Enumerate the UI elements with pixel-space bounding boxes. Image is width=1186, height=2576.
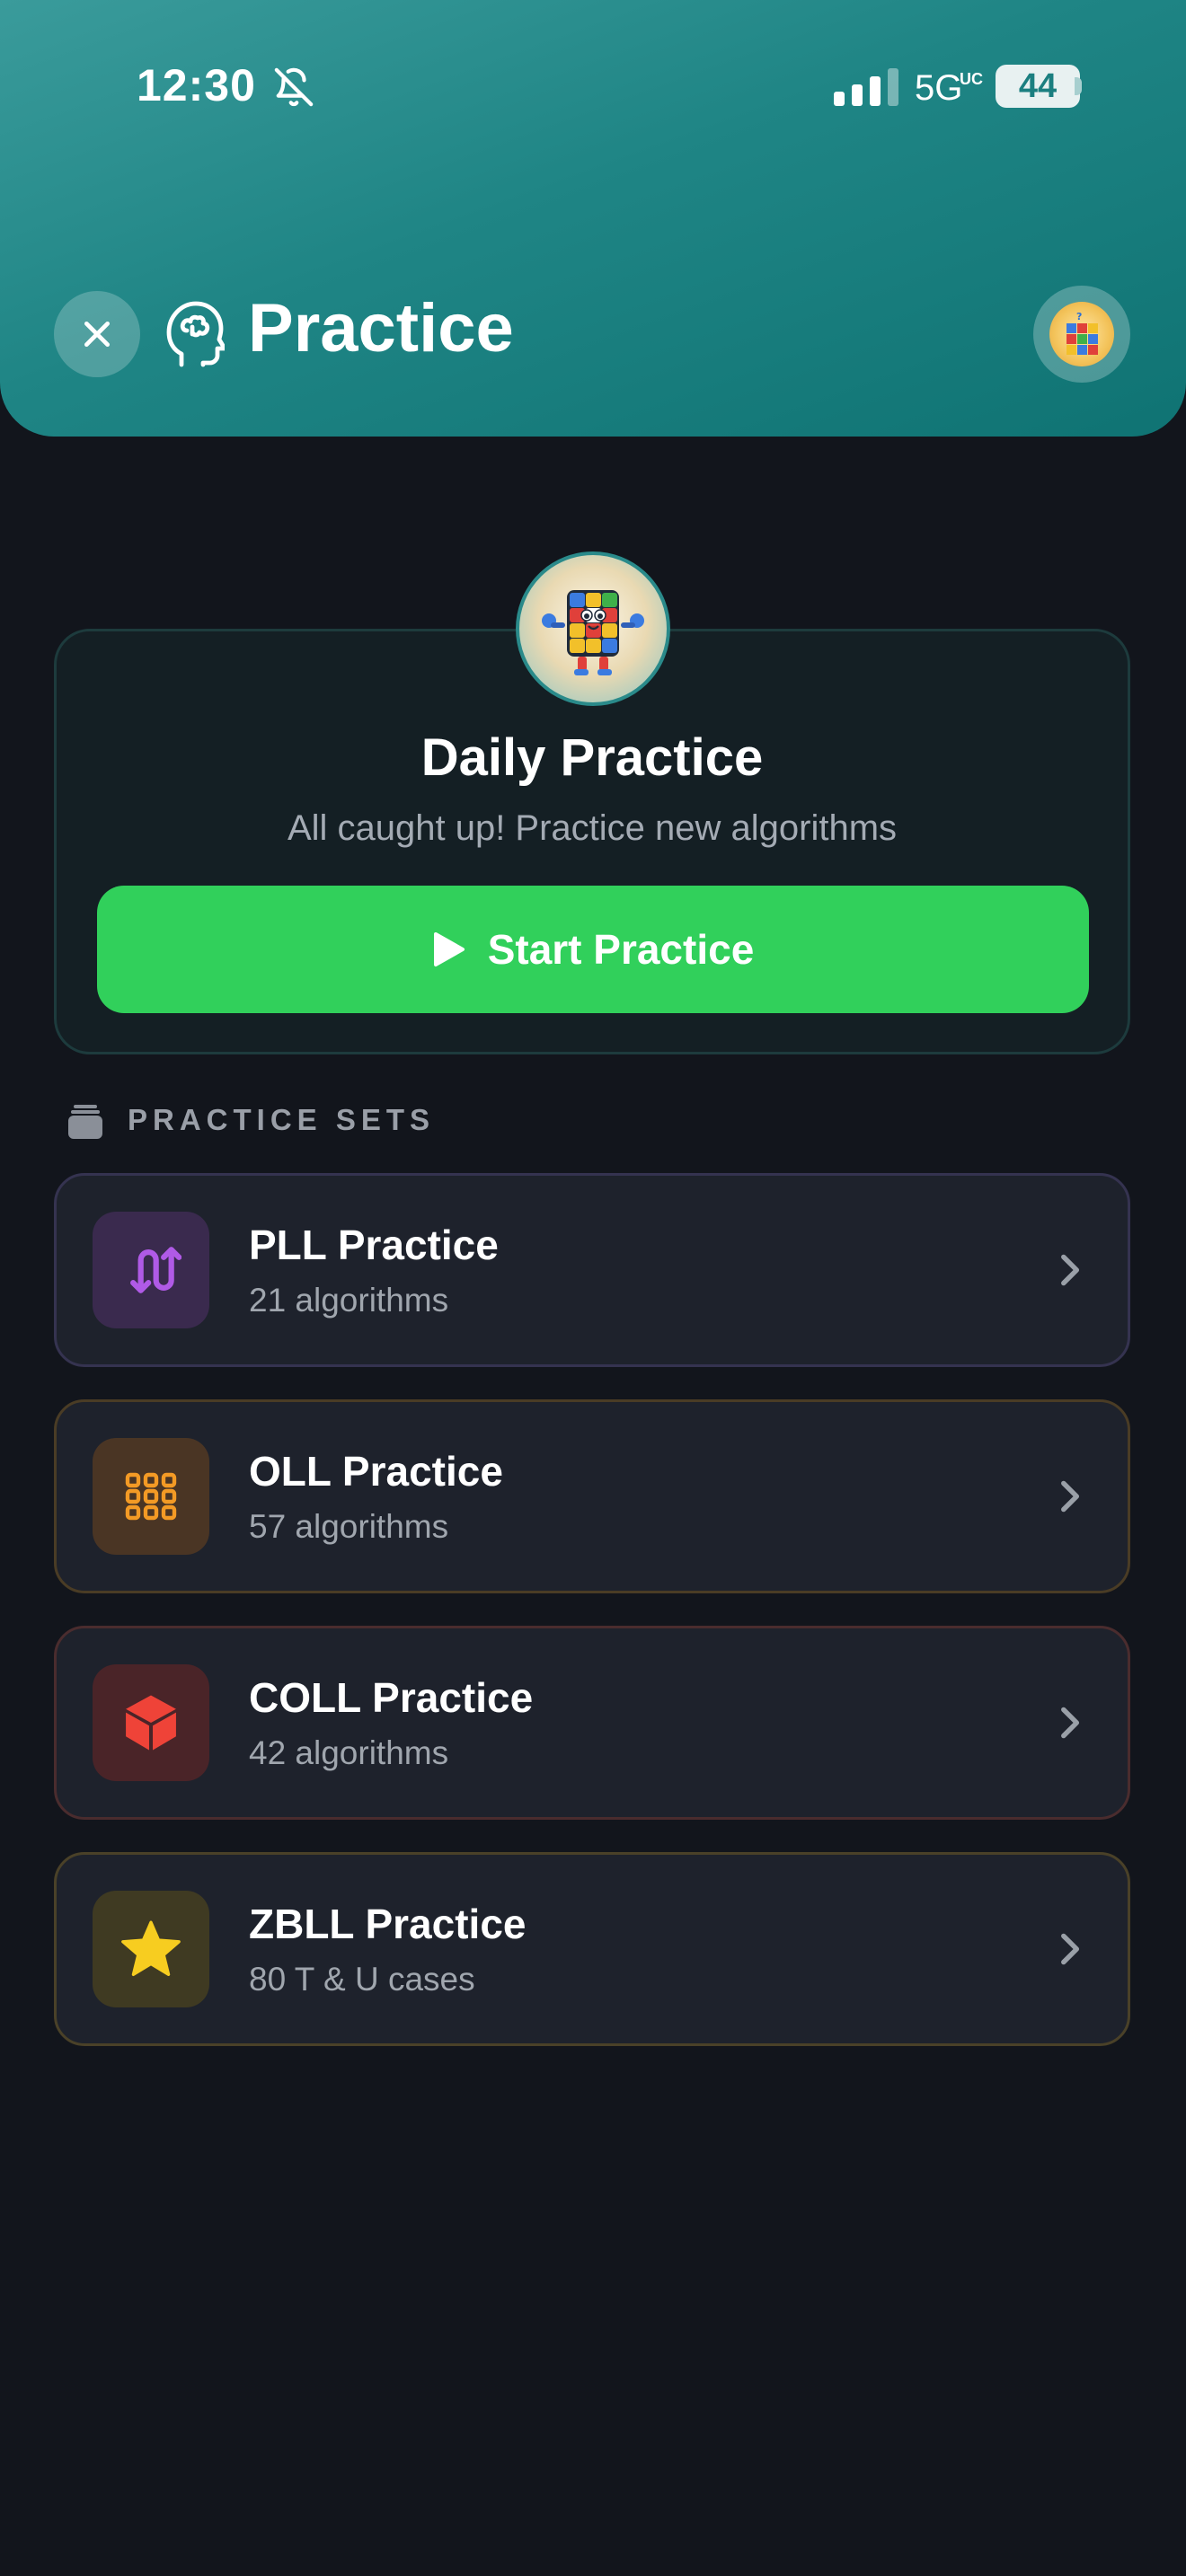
page-title: Practice <box>248 290 514 366</box>
status-time: 12:30 <box>137 60 256 110</box>
svg-text:?: ? <box>1076 311 1082 322</box>
chevron-right-icon <box>1061 1254 1080 1286</box>
practice-screen: 12:30 5G UC 44 Practice ? Daily Practice… <box>0 0 1186 2576</box>
close-icon <box>84 322 110 347</box>
set-subtitle: 21 algorithms <box>249 1282 449 1319</box>
practice-set-oll[interactable]: OLL Practice 57 algorithms <box>54 1399 1130 1593</box>
practice-set-pll[interactable]: PLL Practice 21 algorithms <box>54 1173 1130 1367</box>
network-suffix: UC <box>960 70 983 88</box>
set-icon-box <box>93 1664 209 1781</box>
avatar-image: ? <box>1049 302 1114 366</box>
set-subtitle: 42 algorithms <box>249 1734 449 1771</box>
section-label-practice-sets: PRACTICE SETS <box>128 1103 436 1136</box>
cube-mascot-icon: ? <box>1067 311 1098 355</box>
close-button[interactable] <box>54 291 140 377</box>
set-title: COLL Practice <box>249 1674 534 1721</box>
set-icon-box <box>93 1438 209 1555</box>
cube-icon <box>126 1695 176 1751</box>
set-title: ZBLL Practice <box>249 1901 527 1947</box>
practice-set-coll[interactable]: COLL Practice 42 algorithms <box>54 1626 1130 1820</box>
battery-tip <box>1075 77 1082 95</box>
header: 12:30 5G UC 44 Practice ? <box>0 0 1186 437</box>
set-title: OLL Practice <box>249 1448 503 1495</box>
cube-mascot-icon <box>542 590 644 675</box>
avatar[interactable]: ? <box>1033 286 1130 383</box>
swap-arrows-icon <box>130 1247 181 1293</box>
play-icon <box>433 932 465 966</box>
network-type: 5G <box>915 68 963 108</box>
daily-practice-title: Daily Practice <box>420 728 764 787</box>
signal-strength-icon <box>834 68 898 106</box>
mascot-avatar <box>516 551 670 706</box>
chevron-right-icon <box>1061 1480 1080 1513</box>
star-icon <box>121 1920 181 1977</box>
bell-off-icon <box>274 67 314 107</box>
set-subtitle: 57 algorithms <box>249 1508 449 1545</box>
brain-head-icon <box>166 301 225 367</box>
set-subtitle: 80 T & U cases <box>249 1961 475 1998</box>
set-icon-box <box>93 1212 209 1328</box>
start-practice-label: Start Practice <box>487 926 755 973</box>
start-practice-button[interactable]: Start Practice <box>97 886 1089 1013</box>
set-title: PLL Practice <box>249 1222 499 1268</box>
practice-set-zbll[interactable]: ZBLL Practice 80 T & U cases <box>54 1852 1130 2046</box>
chevron-right-icon <box>1061 1933 1080 1965</box>
grid-icon <box>125 1472 177 1521</box>
daily-practice-subtitle: All caught up! Practice new algorithms <box>287 808 898 848</box>
chevron-right-icon <box>1061 1707 1080 1739</box>
stack-icon <box>68 1105 102 1139</box>
set-icon-box <box>93 1891 209 2007</box>
battery-level: 44 <box>996 65 1080 108</box>
